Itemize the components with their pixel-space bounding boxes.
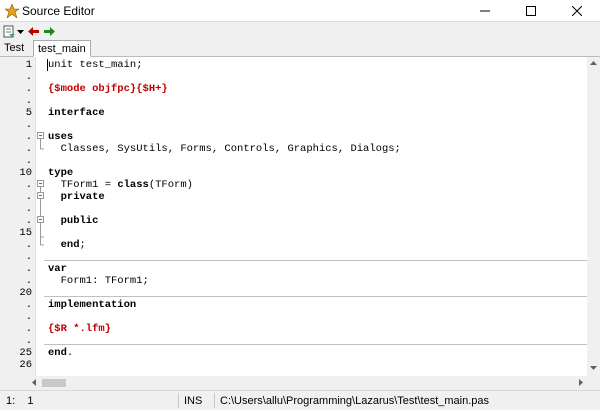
minimize-button[interactable] [462,0,508,22]
vertical-scrollbar[interactable] [587,57,600,376]
code-line-type: type [48,167,74,179]
scroll-left-icon[interactable] [28,376,40,390]
line-number: . [25,83,32,95]
code-line-class-decl: TForm1 = class(TForm) [48,179,193,191]
code-line-uses: uses [48,131,74,143]
section-divider [44,344,587,345]
line-number: . [25,155,32,167]
insert-mode-indicator: INS [184,395,203,407]
line-number: 26 [19,359,32,371]
status-bar: 1: 1 INS C:\Users\allu\Programming\Lazar… [0,390,600,410]
section-divider [44,260,587,261]
status-divider [214,393,215,408]
line-number: . [25,239,32,251]
code-line-implementation: implementation [48,299,137,311]
minimize-icon [480,10,490,12]
jump-list-icon [3,25,15,37]
keyword-end: end [48,347,67,359]
code-text: (TForm) [148,179,193,191]
text-cursor [47,59,48,71]
code-text: TForm1 = [48,179,118,191]
code-line-form-var: Form1: TForm1; [48,275,149,287]
code-line-resource-directive: {$R *.lfm} [48,323,112,335]
line-number: . [25,275,32,287]
line-number: 15 [19,227,32,239]
code-line-end-class: end; [48,239,86,251]
lazarus-app-icon [5,4,19,18]
code-line-private: private [48,191,105,203]
close-icon [572,6,582,16]
maximize-button[interactable] [508,0,554,22]
line-number: 1 [25,59,32,71]
line-number: . [25,251,32,263]
code-line: unit test_main; [48,59,143,71]
line-number: . [25,71,32,83]
line-number: . [25,143,32,155]
jump-forward-button[interactable] [44,24,55,38]
line-number: . [25,203,32,215]
code-line-directive: {$mode objfpc}{$H+} [48,83,168,95]
keyword-class: class [117,179,149,191]
jump-back-button[interactable] [28,24,39,38]
status-divider [178,393,179,408]
file-path: C:\Users\allu\Programming\Lazarus\Test\t… [220,395,489,407]
cursor-position: 1: 1 [6,395,34,407]
code-line-units: Classes, SysUtils, Forms, Controls, Grap… [48,143,401,155]
line-number: . [25,335,32,347]
toolbar [0,22,600,40]
line-number: . [25,323,32,335]
scroll-right-icon[interactable] [575,376,587,390]
line-number: . [25,299,32,311]
line-number: . [25,191,32,203]
code-line-final-end: end. [48,347,73,359]
line-number: 5 [25,107,32,119]
back-arrow-icon [28,26,39,36]
editor-tabs: Test test_main [0,40,600,57]
horizontal-scroll-thumb[interactable] [42,379,66,387]
line-number: 25 [19,347,32,359]
line-number: 10 [19,167,32,179]
line-number: . [25,311,32,323]
tab-test-main[interactable]: test_main [33,40,91,57]
code-editor[interactable]: 1 . . . 5 . . . . 10 . . . . 15 . . . . … [0,57,587,376]
line-number: . [25,95,32,107]
line-number: . [25,263,32,275]
line-number: . [25,131,32,143]
line-number: . [25,119,32,131]
tab-test[interactable]: Test [0,41,28,56]
close-button[interactable] [554,0,600,22]
fold-markers[interactable] [37,57,46,376]
keyword-end: end [60,239,80,251]
code-text: ; [79,239,86,251]
title-bar: Source Editor [0,0,600,22]
line-number: . [25,179,32,191]
window-title: Source Editor [22,4,95,18]
line-number: 20 [19,287,32,299]
forward-arrow-icon [44,26,55,36]
code-line-var: var [48,263,67,275]
jump-list-button[interactable] [3,24,16,38]
scroll-up-icon[interactable] [587,57,600,69]
maximize-icon [526,6,536,16]
line-number-gutter: 1 . . . 5 . . . . 10 . . . . 15 . . . . … [0,57,36,376]
dropdown-icon [17,29,24,34]
code-line-public: public [48,215,99,227]
line-number: . [25,215,32,227]
code-text: . [66,347,74,359]
code-line-interface: interface [48,107,105,119]
scroll-down-icon[interactable] [587,362,600,374]
horizontal-scrollbar[interactable] [0,376,600,390]
jump-dropdown-button[interactable] [17,24,24,38]
section-divider [44,296,587,297]
